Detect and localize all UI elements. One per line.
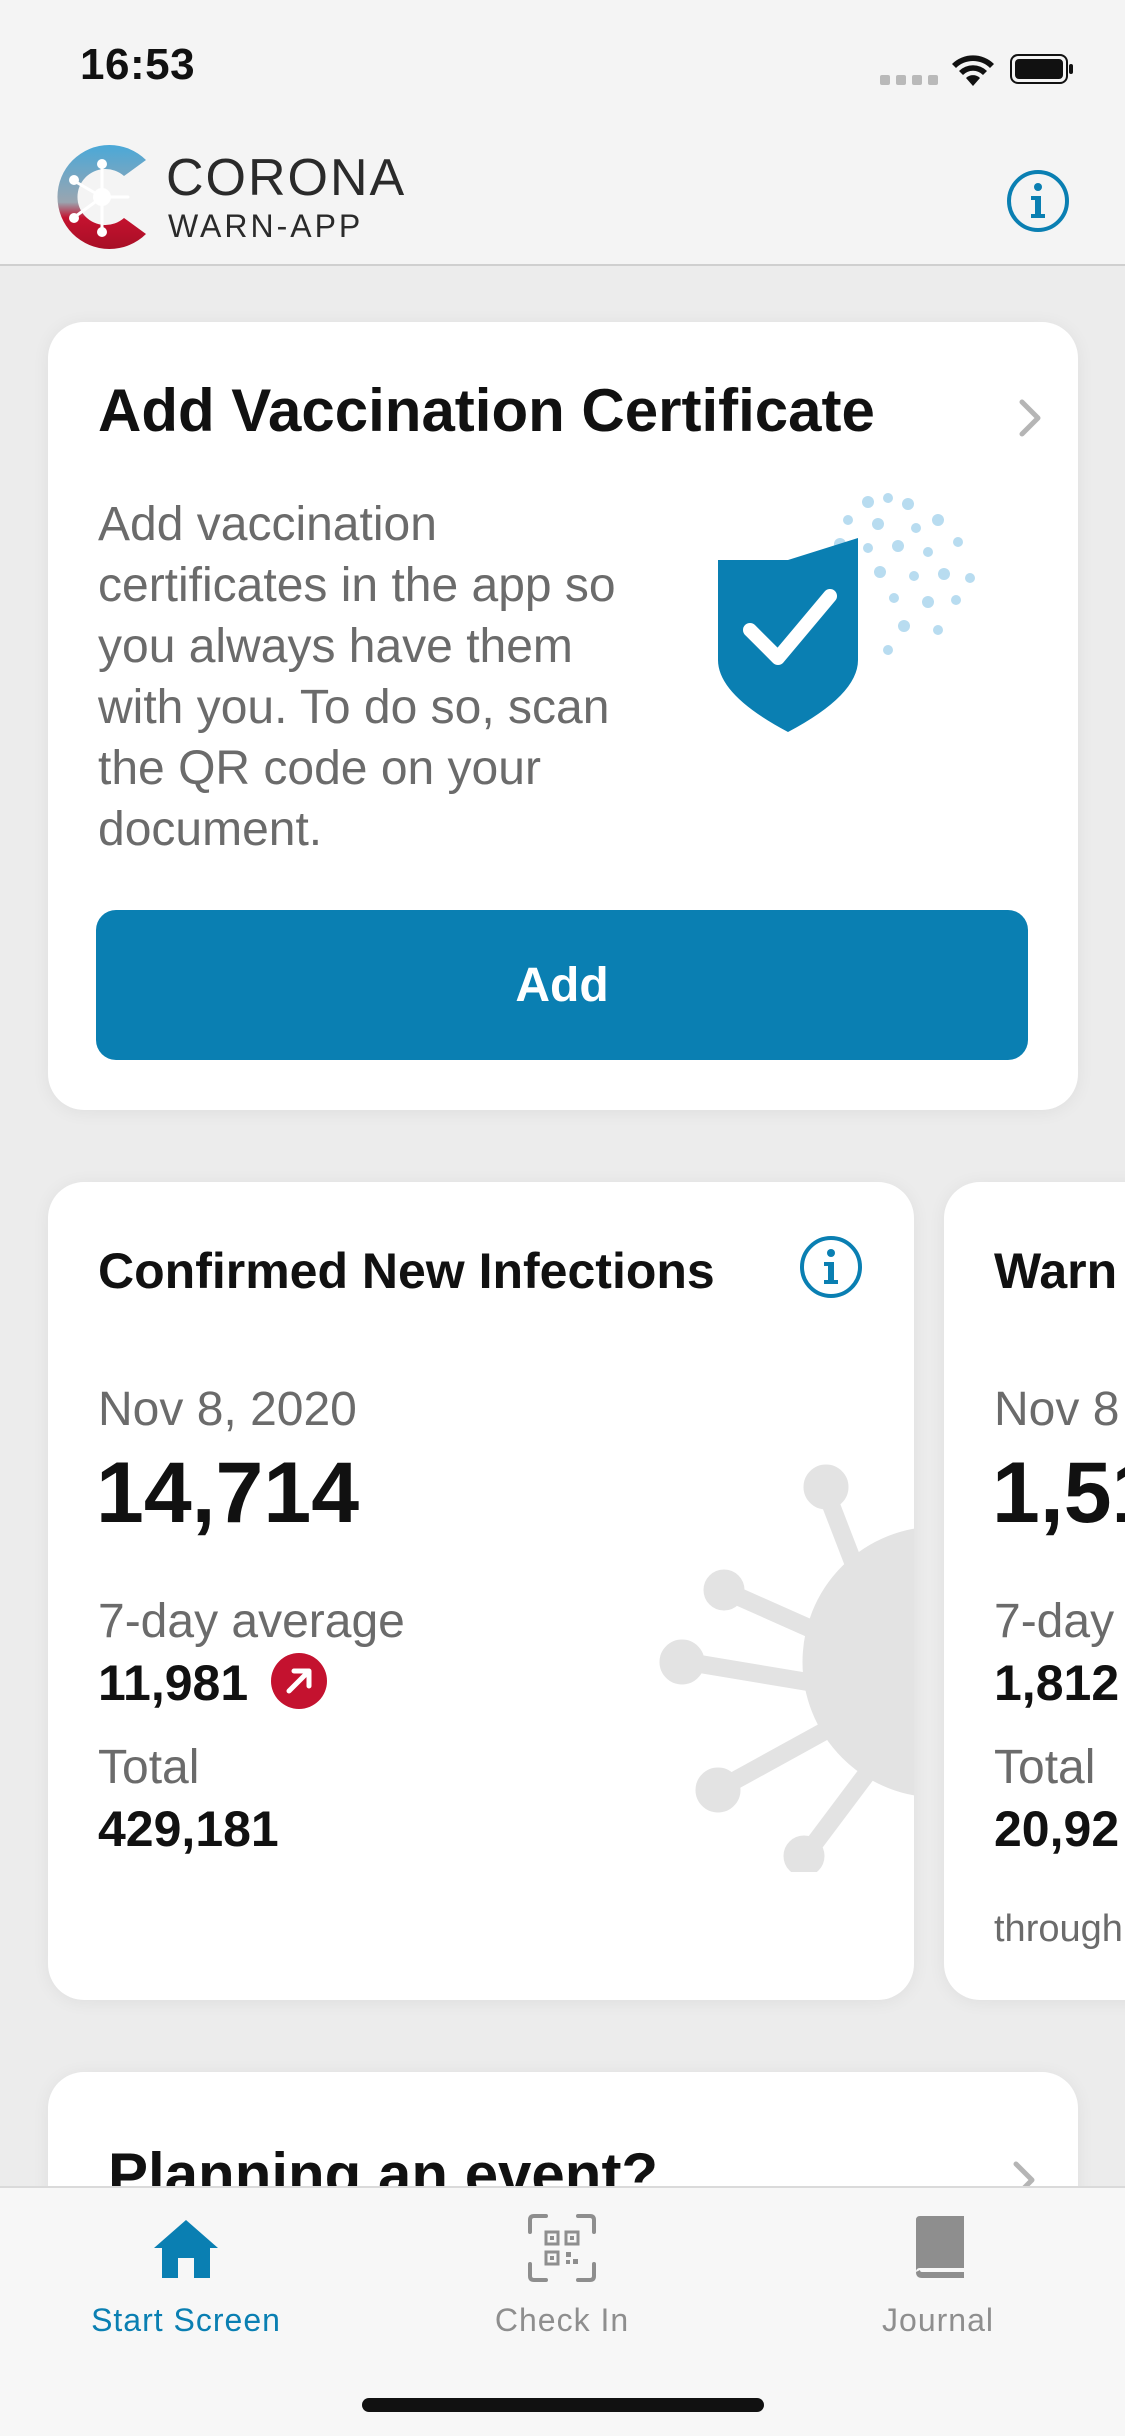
shield-check-icon (718, 493, 975, 732)
stat-title: Confirmed New Infections (98, 1243, 715, 1299)
stat-average-label: 7-day (994, 1595, 1115, 1648)
tab-journal[interactable]: Journal (818, 2212, 1058, 2352)
app-title: CORONA (166, 149, 407, 207)
statistics-card-warnings[interactable]: Warn Nov 8 1,51 7-day 1,812 Total 20,92 … (944, 1182, 1125, 2000)
stat-total-value: 429,181 (98, 1801, 279, 1857)
stat-average-value: 1,812 (994, 1655, 1120, 1711)
stat-title: Warn (994, 1243, 1118, 1299)
stat-date: Nov 8 (994, 1383, 1120, 1436)
stat-footnote: through (994, 1908, 1123, 1950)
app-screen: 16:53 CORONA WARN-APP Add Vaccination Ce… (0, 0, 1125, 2436)
tab-check-in[interactable]: Check In (442, 2212, 682, 2352)
app-header: CORONA WARN-APP (0, 130, 1125, 266)
add-certificate-button[interactable]: Add (96, 910, 1028, 1060)
wifi-icon (952, 55, 994, 86)
stat-total-label: Total (98, 1741, 200, 1794)
tab-label: Start Screen (91, 2302, 281, 2338)
stat-date: Nov 8, 2020 (98, 1383, 357, 1436)
stat-value: 14,714 (96, 1445, 360, 1541)
stat-average-value: 11,981 (98, 1655, 249, 1711)
tab-start-screen[interactable]: Start Screen (66, 2212, 306, 2352)
home-indicator[interactable] (362, 2398, 764, 2412)
tab-label: Check In (494, 2302, 630, 2338)
battery-icon (1010, 54, 1073, 84)
stat-total-value: 20,92 (994, 1801, 1120, 1857)
card-title: Add Vaccination Certificate (98, 377, 875, 444)
stat-value: 1,51 (992, 1445, 1125, 1541)
info-icon[interactable] (1005, 168, 1071, 234)
trend-up-arrow-icon (271, 1653, 327, 1709)
virus-icon (659, 1464, 914, 1872)
app-subtitle: WARN-APP (168, 208, 364, 244)
book-icon (916, 2216, 964, 2278)
cellular-signal-icon (880, 72, 944, 90)
statistics-card-infections[interactable]: Confirmed New Infections Nov 8, 2020 14,… (48, 1182, 914, 2000)
info-icon[interactable] (798, 1234, 864, 1300)
status-time: 16:53 (80, 40, 196, 89)
stat-average-label: 7-day average (98, 1595, 405, 1648)
chevron-right-icon (1019, 399, 1041, 437)
card-description: Add vaccination certificates in the app … (98, 498, 616, 856)
vaccination-certificate-card[interactable]: Add Vaccination Certificate Add vaccinat… (48, 322, 1078, 1110)
qr-code-icon (528, 2214, 596, 2282)
corona-warn-app-logo (57, 145, 146, 249)
tab-label: Journal (882, 2302, 994, 2338)
home-icon (154, 2220, 218, 2278)
status-bar: 16:53 (0, 0, 1125, 130)
stat-total-label: Total (994, 1741, 1096, 1794)
